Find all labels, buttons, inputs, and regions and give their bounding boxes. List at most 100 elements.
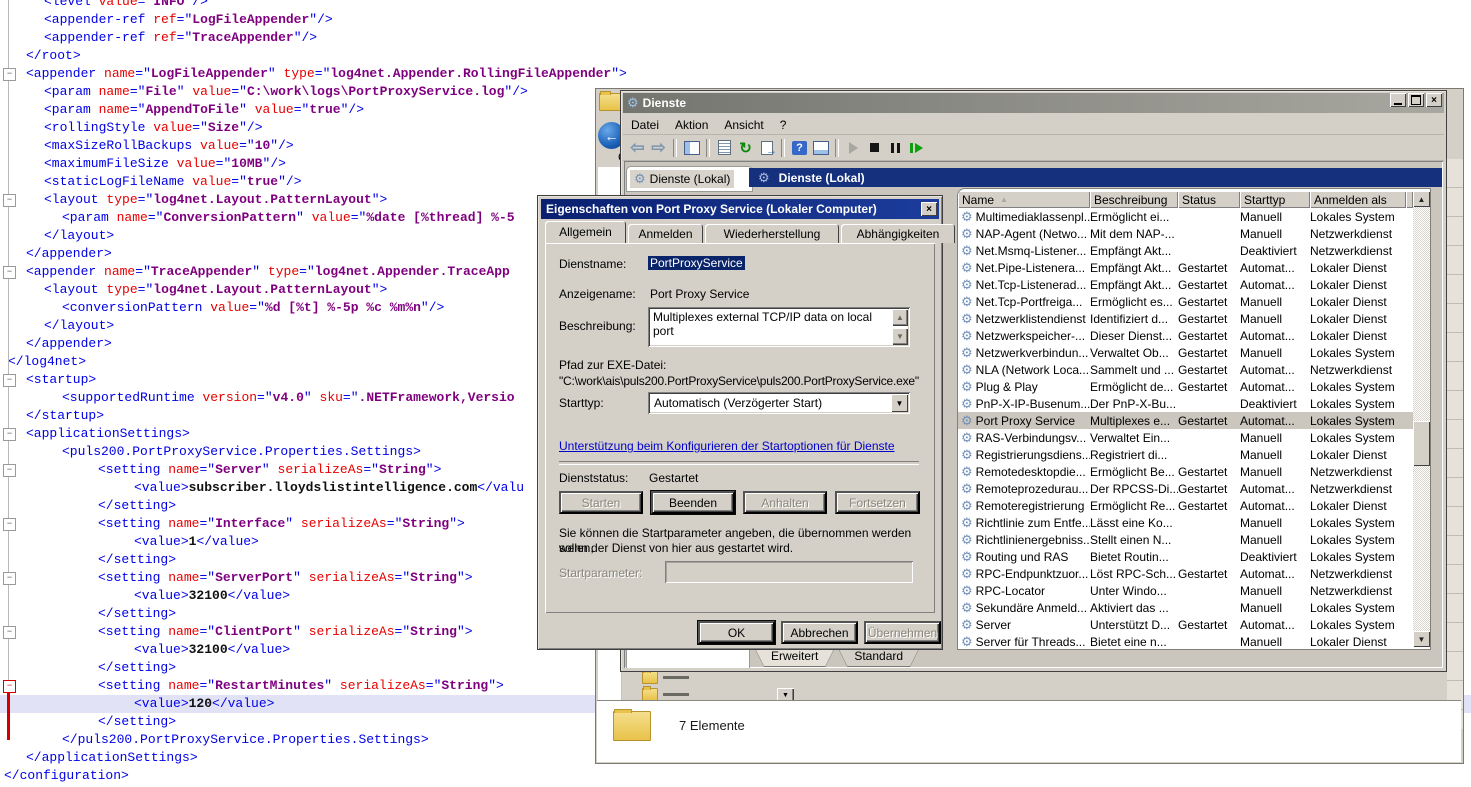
table-row[interactable]: ⚙Net.Tcp-Portfreiga...Ermöglicht es...Ge… — [958, 293, 1413, 310]
fold-toggle-icon[interactable]: − — [3, 572, 16, 585]
column-header-anmelden-als[interactable]: Anmelden als — [1310, 191, 1406, 208]
table-row[interactable]: ⚙Plug & PlayErmöglicht de...GestartetAut… — [958, 378, 1413, 395]
service-name: Sekundäre Anmeld... — [976, 601, 1087, 615]
properties-icon[interactable] — [714, 138, 735, 158]
beschreibung-field[interactable]: Multiplexes external TCP/IP data on loca… — [648, 307, 910, 347]
explorer-scrollbar-strip[interactable] — [1447, 159, 1463, 729]
fortsetzen-button[interactable]: Fortsetzen — [835, 491, 920, 514]
table-row[interactable]: ⚙Richtlinie zum Entfe...Lässt eine Ko...… — [958, 514, 1413, 531]
view-tab-standard[interactable]: Standard — [838, 649, 919, 667]
vertical-scrollbar[interactable]: ▲ ▼ — [1413, 191, 1430, 647]
scroll-down-icon[interactable]: ▼ — [892, 328, 908, 345]
refresh-icon[interactable] — [735, 138, 756, 158]
service-name: Registrierungsdiens... — [976, 448, 1090, 462]
dialog-close-icon[interactable]: × — [921, 202, 937, 216]
column-header-status[interactable]: Status — [1178, 191, 1240, 208]
table-row[interactable]: ⚙Net.Pipe-Listenera...Empfängt Akt...Ges… — [958, 259, 1413, 276]
scroll-up-icon[interactable]: ▲ — [1413, 191, 1430, 207]
ok-button[interactable]: OK — [698, 621, 775, 644]
table-row[interactable]: ⚙Multimediaklassenpl...Ermöglicht ei...M… — [958, 208, 1413, 225]
startoptions-help-link[interactable]: Unterstützung beim Konfigurieren der Sta… — [559, 439, 895, 453]
menu-item-?[interactable]: ? — [772, 116, 795, 134]
service-status: Gestartet — [1178, 312, 1240, 326]
back-icon[interactable] — [627, 138, 648, 158]
folder-item[interactable] — [642, 671, 689, 684]
table-row[interactable]: ⚙ServerUnterstützt D...GestartetAutomat.… — [958, 616, 1413, 633]
stop-icon[interactable] — [864, 138, 885, 158]
table-row[interactable]: ⚙PnP-X-IP-Busenum...Der PnP-X-Bu...Deakt… — [958, 395, 1413, 412]
table-row[interactable]: ⚙Routing und RASBietet Routin...Deaktivi… — [958, 548, 1413, 565]
fold-toggle-icon[interactable]: − — [3, 626, 16, 639]
column-header-name[interactable]: Name▲ — [958, 191, 1090, 208]
fold-toggle-icon[interactable]: − — [3, 374, 16, 387]
pause-icon[interactable] — [885, 138, 906, 158]
maximize-icon[interactable] — [1408, 93, 1424, 107]
fold-toggle-icon[interactable]: − — [3, 518, 16, 531]
dialog-titlebar[interactable]: Eigenschaften von Port Proxy Service (Lo… — [541, 199, 939, 219]
table-row-selected[interactable]: ⚙Port Proxy ServiceMultiplexes e...Gesta… — [958, 412, 1413, 429]
table-row[interactable]: ⚙Registrierungsdiens...Registriert di...… — [958, 446, 1413, 463]
scroll-up-icon[interactable]: ▲ — [892, 309, 908, 326]
extended-view-icon[interactable] — [810, 138, 831, 158]
column-header-starttyp[interactable]: Starttyp — [1240, 191, 1310, 208]
tab-anmelden[interactable]: Anmelden — [628, 224, 703, 243]
menu-item-aktion[interactable]: Aktion — [667, 116, 716, 134]
export-list-icon[interactable] — [756, 138, 777, 158]
startparameter-input[interactable] — [665, 561, 913, 583]
table-row[interactable]: ⚙NLA (Network Loca...Sammelt und ...Gest… — [958, 361, 1413, 378]
column-header-beschreibung[interactable]: Beschreibung — [1090, 191, 1178, 208]
table-row[interactable]: ⚙Richtlinienergebniss...Stellt einen N..… — [958, 531, 1413, 548]
table-row[interactable]: ⚙Remoteprozedurau...Der RPCSS-Di...Gesta… — [958, 480, 1413, 497]
table-row[interactable]: ⚙Net.Tcp-Listenerad...Empfängt Akt...Ges… — [958, 276, 1413, 293]
properties-dialog[interactable]: Eigenschaften von Port Proxy Service (Lo… — [537, 195, 943, 650]
menu-item-ansicht[interactable]: Ansicht — [716, 116, 771, 134]
service-logon-as: Lokaler Dienst — [1310, 261, 1406, 275]
table-row[interactable]: ⚙NAP-Agent (Netwo...Mit dem NAP-...Manue… — [958, 225, 1413, 242]
table-row[interactable]: ⚙Server für Threads...Bietet eine n...Ma… — [958, 633, 1413, 650]
table-row[interactable]: ⚙RPC-Endpunktzuor...Löst RPC-Sch...Gesta… — [958, 565, 1413, 582]
anhalten-button[interactable]: Anhalten — [743, 491, 827, 514]
show-tree-icon[interactable] — [681, 138, 702, 158]
minimize-icon[interactable] — [1390, 93, 1406, 107]
restart-icon[interactable] — [906, 138, 927, 158]
services-titlebar[interactable]: ⚙ Dienste × — [623, 93, 1444, 113]
fold-toggle-icon[interactable]: − — [3, 428, 16, 441]
table-row[interactable]: ⚙Sekundäre Anmeld...Aktiviert das ...Man… — [958, 599, 1413, 616]
combo-dropdown-icon[interactable]: ▼ — [891, 394, 908, 412]
tree-item-dienste-lokal[interactable]: ⚙ Dienste (Lokal) — [630, 170, 734, 188]
tab-allgemein[interactable]: Allgemein — [545, 221, 626, 243]
menu-item-datei[interactable]: Datei — [623, 116, 667, 134]
table-row[interactable]: ⚙NetzwerklistendienstIdentifiziert d...G… — [958, 310, 1413, 327]
table-row[interactable]: ⚙RPC-LocatorUnter Windo...ManuellNetzwer… — [958, 582, 1413, 599]
service-starttype: Manuell — [1240, 346, 1310, 360]
forward-icon[interactable] — [648, 138, 669, 158]
beenden-button[interactable]: Beenden — [651, 491, 735, 514]
fold-toggle-icon[interactable]: − — [3, 194, 16, 207]
scroll-down-icon[interactable]: ▼ — [1413, 631, 1430, 647]
tab-abhaengigkeiten[interactable]: Abhängigkeiten — [841, 224, 955, 243]
table-row[interactable]: ⚙RAS-Verbindungsv...Verwaltet Ein...Manu… — [958, 429, 1413, 446]
dienstname-value[interactable]: PortProxyService — [648, 256, 745, 270]
starttyp-combobox[interactable]: Automatisch (Verzögerter Start) ▼ — [648, 392, 910, 414]
tab-wiederherstellung[interactable]: Wiederherstellung — [705, 224, 839, 243]
table-row[interactable]: ⚙Netzwerkverbindun...Verwaltet Ob...Gest… — [958, 344, 1413, 361]
fold-toggle-icon[interactable]: − — [3, 68, 16, 81]
help-icon[interactable] — [789, 138, 810, 158]
table-row[interactable]: ⚙Net.Msmq-Listener...Empfängt Akt...Deak… — [958, 242, 1413, 259]
start-icon[interactable] — [843, 138, 864, 158]
abbrechen-button[interactable]: Abbrechen — [781, 621, 858, 644]
fold-toggle-icon[interactable]: − — [3, 680, 16, 693]
table-row[interactable]: ⚙RemoteregistrierungErmöglicht Re...Gest… — [958, 497, 1413, 514]
table-row[interactable]: ⚙Remotedesktopdie...Ermöglicht Be...Gest… — [958, 463, 1413, 480]
view-tab-erweitert[interactable]: Erweitert — [755, 649, 834, 667]
console-tree-pane[interactable]: ⚙ Dienste (Lokal) — [626, 166, 753, 192]
table-row[interactable]: ⚙Netzwerkspeicher-...Dieser Dienst...Ges… — [958, 327, 1413, 344]
starten-button[interactable]: Starten — [559, 491, 643, 514]
service-logon-as: Netzwerkdienst — [1310, 244, 1406, 258]
service-gear-icon: ⚙ — [961, 294, 973, 310]
scrollbar-thumb[interactable] — [1413, 421, 1430, 466]
fold-toggle-icon[interactable]: − — [3, 266, 16, 279]
close-icon[interactable]: × — [1426, 93, 1442, 107]
uebernehmen-button[interactable]: Übernehmen — [864, 621, 941, 644]
fold-toggle-icon[interactable]: − — [3, 464, 16, 477]
